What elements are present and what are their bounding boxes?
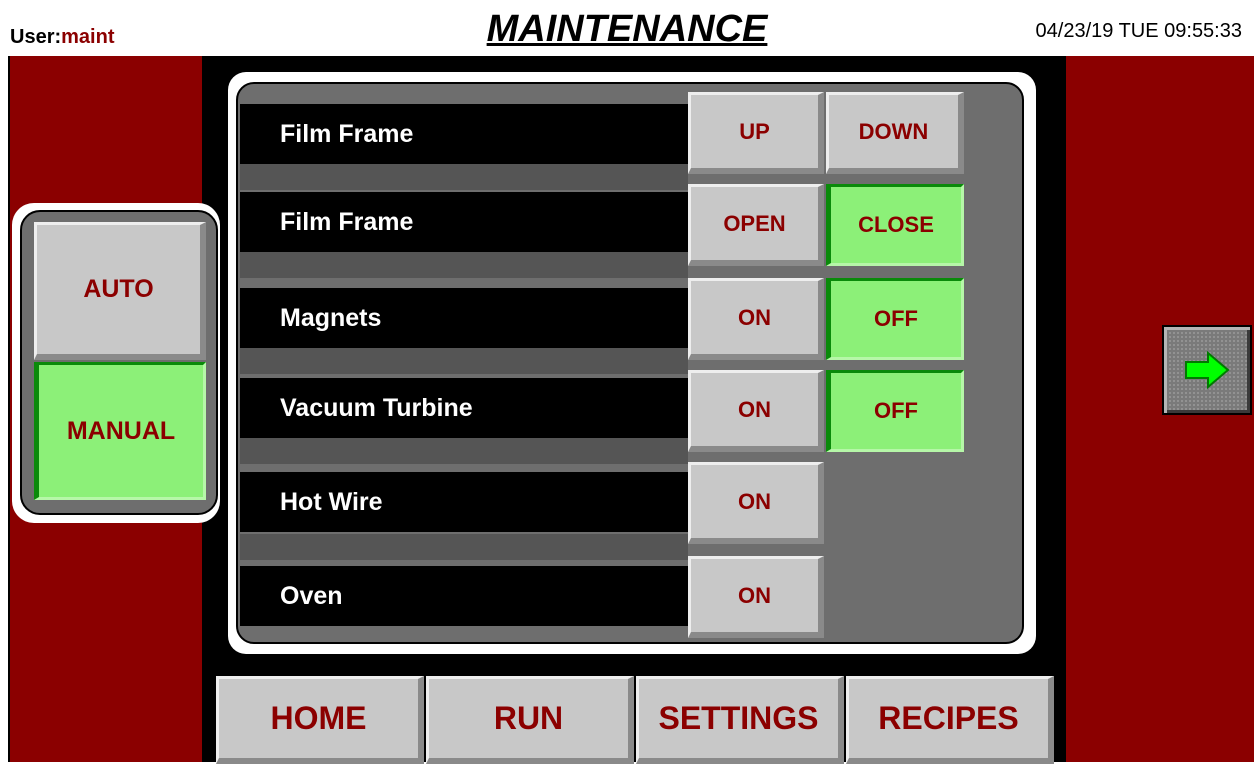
row-label-magnets: Magnets xyxy=(240,288,688,348)
magnets-off-button[interactable]: OFF xyxy=(826,278,964,360)
vacuum-turbine-off-button[interactable]: OFF xyxy=(826,370,964,452)
row-separator xyxy=(240,252,688,278)
arrow-right-icon xyxy=(1185,351,1230,389)
datetime-display: 04/23/19 TUE 09:55:33 xyxy=(1035,20,1242,42)
vacuum-turbine-on-button[interactable]: ON xyxy=(688,370,824,452)
row-label-hot-wire: Hot Wire xyxy=(240,472,688,532)
nav-recipes-button[interactable]: RECIPES xyxy=(846,676,1054,764)
nav-settings-button[interactable]: SETTINGS xyxy=(636,676,844,764)
film-frame-down-button[interactable]: DOWN xyxy=(826,92,964,174)
row-separator xyxy=(240,438,688,464)
row-separator xyxy=(240,164,688,190)
row-label-film-frame-updown: Film Frame xyxy=(240,104,688,164)
manual-mode-button[interactable]: MANUAL xyxy=(34,362,206,500)
film-frame-up-button[interactable]: UP xyxy=(688,92,824,174)
oven-on-button[interactable]: ON xyxy=(688,556,824,638)
row-label-vacuum-turbine: Vacuum Turbine xyxy=(240,378,688,438)
auto-mode-button[interactable]: AUTO xyxy=(34,222,206,360)
next-screen-button[interactable] xyxy=(1162,325,1252,415)
film-frame-open-button[interactable]: OPEN xyxy=(688,184,824,266)
row-label-oven: Oven xyxy=(240,566,688,626)
nav-run-button[interactable]: RUN xyxy=(426,676,634,764)
row-label-film-frame-openclose: Film Frame xyxy=(240,192,688,252)
magnets-on-button[interactable]: ON xyxy=(688,278,824,360)
film-frame-close-button[interactable]: CLOSE xyxy=(826,184,964,266)
row-separator xyxy=(240,534,688,560)
row-separator xyxy=(240,348,688,374)
hot-wire-on-button[interactable]: ON xyxy=(688,462,824,544)
nav-home-button[interactable]: HOME xyxy=(216,676,424,764)
